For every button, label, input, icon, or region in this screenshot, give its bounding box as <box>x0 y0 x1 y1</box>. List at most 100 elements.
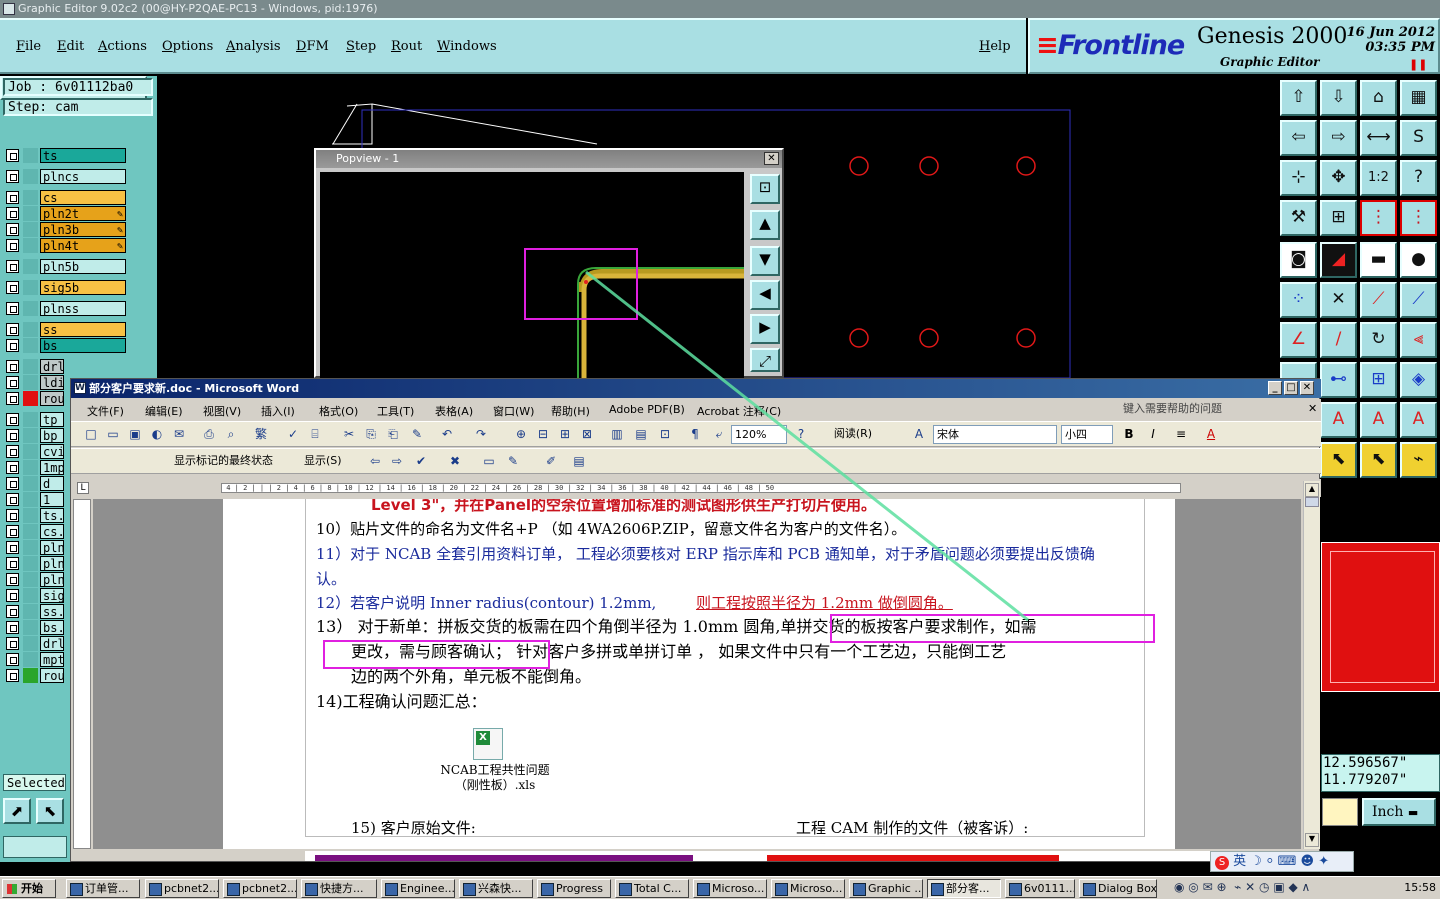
layer-color-swatch[interactable] <box>23 280 38 295</box>
task-item[interactable]: Enginee... <box>381 879 455 898</box>
pause-icon[interactable]: ❚❚ <box>1409 58 1427 71</box>
email-icon[interactable]: ✉ <box>171 426 187 442</box>
undo-icon[interactable]: ↶ <box>439 426 455 442</box>
layer-color-swatch[interactable] <box>23 588 38 603</box>
download-icon[interactable]: ⇩ <box>1320 80 1357 116</box>
snap-icon[interactable]: ⋮ <box>1360 200 1397 236</box>
layer-checkbox[interactable] <box>6 637 19 650</box>
tab-stop-icon[interactable]: L <box>77 482 89 494</box>
layer-checkbox[interactable] <box>6 323 19 336</box>
bold-icon[interactable]: B <box>1121 426 1137 442</box>
task-item[interactable]: 兴森快... <box>459 879 533 898</box>
slash-icon[interactable]: / <box>1320 322 1357 358</box>
dimension-icon[interactable]: ⊷ <box>1320 362 1357 398</box>
save-icon[interactable]: ▣ <box>127 426 143 442</box>
layer-checkbox[interactable] <box>6 302 19 315</box>
layer-name[interactable]: bs <box>40 338 126 353</box>
layer-checkbox[interactable] <box>6 191 19 204</box>
task-item[interactable]: Total C... <box>615 879 689 898</box>
center-icon[interactable]: ✥ <box>1320 160 1357 196</box>
menu-file[interactable]: File <box>16 39 41 54</box>
layer-checkbox[interactable] <box>6 605 19 618</box>
traditional-chinese-icon[interactable]: 繁 <box>253 426 269 442</box>
layer-color-swatch[interactable] <box>23 148 38 163</box>
shapes-icon[interactable]: ◈ <box>1400 362 1437 398</box>
layer-name[interactable]: sig <box>40 588 64 603</box>
layer-name[interactable]: ts <box>40 148 126 163</box>
task-item[interactable]: Progress <box>537 879 611 898</box>
layer-row-plnss[interactable]: plnss <box>3 301 127 316</box>
layer-checkbox[interactable] <box>6 477 19 490</box>
menu-analysis[interactable]: Analysis <box>226 39 281 54</box>
layer-name[interactable]: 1mp <box>40 460 64 475</box>
tables-borders-icon[interactable]: ⊟ <box>535 426 551 442</box>
reject-change-icon[interactable]: ✖ <box>447 453 463 469</box>
layer-row-sig5b[interactable]: sig5b <box>3 280 127 295</box>
snap-alt-icon[interactable]: ⋮ <box>1400 200 1437 236</box>
layer-color-swatch[interactable] <box>23 301 38 316</box>
next-change-icon[interactable]: ⇨ <box>389 453 405 469</box>
menu-rout[interactable]: Rout <box>391 39 422 54</box>
layer-checkbox[interactable] <box>6 376 19 389</box>
route-icon[interactable]: ⌁ <box>1400 442 1437 478</box>
zoom-fit-icon[interactable]: ⊹ <box>1280 160 1317 196</box>
layer-checkbox[interactable] <box>6 170 19 183</box>
layer-color-swatch[interactable] <box>23 238 38 253</box>
layer-color-swatch[interactable] <box>23 428 38 443</box>
layer-checkbox[interactable] <box>6 541 19 554</box>
ruler-icon[interactable]: ▬ <box>1360 242 1397 278</box>
help-icon[interactable]: ? <box>1400 160 1437 196</box>
layer-color-swatch[interactable] <box>23 359 38 374</box>
layer-name[interactable]: cs. <box>40 524 64 539</box>
word-menu-tools[interactable]: 工具(T) <box>377 403 414 419</box>
scale-1-2-icon[interactable]: 1:2 <box>1360 160 1397 196</box>
layer-name[interactable]: ss <box>40 322 126 337</box>
comment-icon[interactable]: ▭ <box>481 453 497 469</box>
layer-checkbox[interactable] <box>6 360 19 373</box>
clock[interactable]: 15:58 <box>1404 881 1436 894</box>
layer-name[interactable]: bp <box>40 428 64 443</box>
layer-checkbox[interactable] <box>6 223 19 236</box>
layer-checkbox[interactable] <box>6 207 19 220</box>
layer-row-plncs[interactable]: plncs <box>3 169 127 184</box>
open-icon[interactable]: ▭ <box>105 426 121 442</box>
format-painter-icon[interactable]: ✎ <box>409 426 425 442</box>
layer-color-swatch[interactable] <box>23 259 38 274</box>
tray-icons[interactable]: ◉ ◎ ✉ ⊕ ⌁ ✕ ◷ ▣ ◆ ∧ <box>1174 880 1310 894</box>
arc-icon[interactable]: ↻ <box>1360 322 1397 358</box>
layer-row-pln2t[interactable]: pln2t ✎ <box>3 206 127 221</box>
cross-icon[interactable]: ✕ <box>1320 282 1357 318</box>
layer-name[interactable]: plnss <box>40 301 126 316</box>
word-menu-view[interactable]: 视图(V) <box>203 403 241 419</box>
layer-checkbox[interactable] <box>6 445 19 458</box>
measure-red-icon[interactable]: ◢ <box>1320 242 1357 278</box>
layer-checkbox[interactable] <box>6 573 19 586</box>
font-color-icon[interactable]: A <box>1203 426 1219 442</box>
layer-checkbox[interactable] <box>6 493 19 506</box>
layer-name[interactable]: plncs <box>40 169 126 184</box>
copy-icon[interactable]: ⎘ <box>363 426 379 442</box>
excel-file-icon[interactable]: X <box>473 728 503 760</box>
layer-color-swatch[interactable] <box>23 604 38 619</box>
layer-name[interactable]: bs. <box>40 620 64 635</box>
layer-name[interactable]: mpt <box>40 652 64 667</box>
task-item[interactable]: 6v0111... <box>1005 879 1075 898</box>
ime-toolbar[interactable]: S 英 ☽ ⸰ ⌨ ☻ ✦ <box>1210 851 1354 872</box>
word-menu-edit[interactable]: 编辑(E) <box>145 403 183 419</box>
paste-icon[interactable]: ⎗ <box>385 426 401 442</box>
layer-checkbox[interactable] <box>6 339 19 352</box>
layer-checkbox[interactable] <box>6 589 19 602</box>
layer-color-swatch[interactable] <box>23 492 38 507</box>
layer-color-swatch[interactable] <box>23 652 38 667</box>
triangle-a-icon[interactable]: A <box>1320 402 1357 438</box>
circle-select-icon[interactable]: ● <box>1400 242 1437 278</box>
layer-row-ts[interactable]: ts <box>3 148 127 163</box>
word-menu-format[interactable]: 格式(O) <box>319 403 358 419</box>
layer-color-swatch[interactable] <box>23 556 38 571</box>
layer-checkbox[interactable] <box>6 392 19 405</box>
layer-name[interactable]: pln <box>40 556 64 571</box>
zoom-up-icon[interactable]: ▲ <box>750 210 780 240</box>
layer-checkbox[interactable] <box>6 509 19 522</box>
maximize-icon[interactable]: □ <box>1284 381 1298 395</box>
grid-icon[interactable]: ⊞ <box>1320 200 1357 236</box>
